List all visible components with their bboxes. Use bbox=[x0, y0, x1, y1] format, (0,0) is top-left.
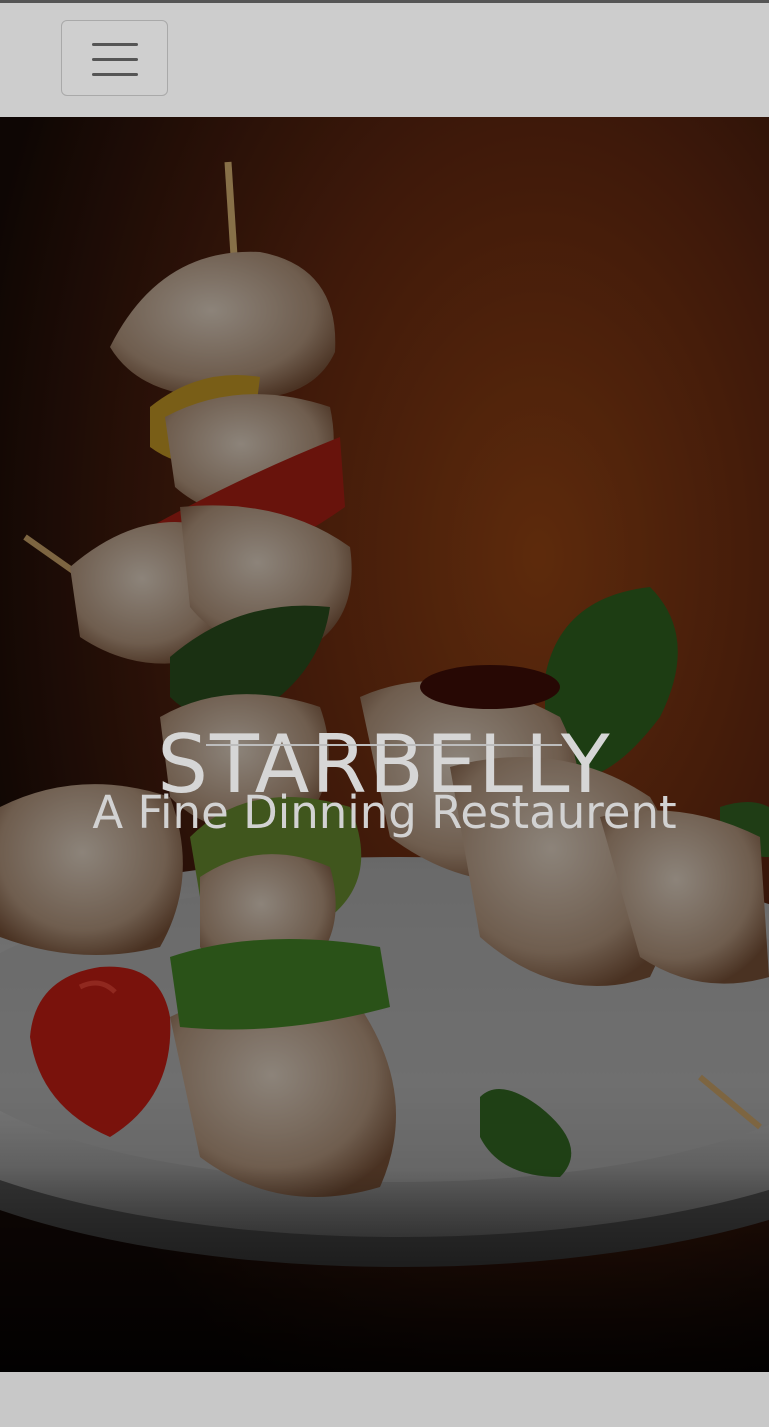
hero-divider bbox=[206, 744, 562, 746]
hero-subtitle: A Fine Dinning Restaurent bbox=[92, 786, 677, 839]
menu-toggle-button[interactable] bbox=[61, 20, 168, 96]
footer-strip bbox=[0, 1372, 769, 1427]
hamburger-menu-icon bbox=[92, 43, 138, 76]
hero-section: STARBELLY A Fine Dinning Restaurent bbox=[0, 117, 769, 1372]
navbar bbox=[0, 3, 769, 117]
